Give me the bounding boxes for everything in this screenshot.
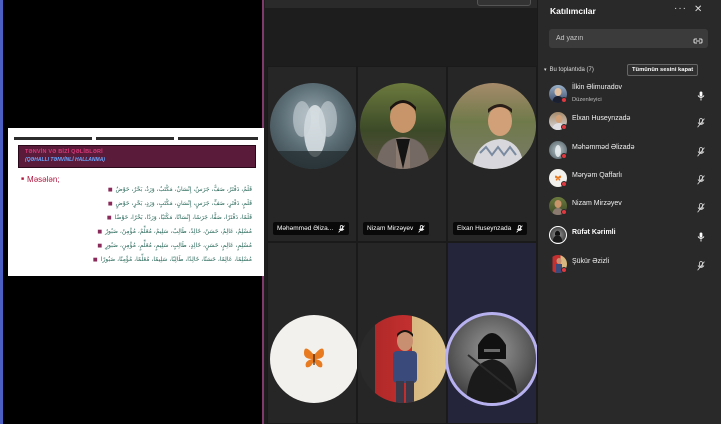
- slide-arabic-line: مُسْلِمٌ، عَالِمٌ، حَسَنٌ، خَالِدٌ، طَال…: [97, 228, 252, 235]
- more-options-icon[interactable]: ···: [674, 3, 687, 14]
- slide-title-box: TƏNVİN VƏ BİZİ QƏLİBLƏRİ (QƏHALLI TƏNVİN…: [18, 145, 256, 168]
- participants-panel: Katılımcılar ··· ✕ ▾ Bu toplantıda (7) T…: [537, 0, 721, 424]
- status-dot: [561, 153, 567, 159]
- participant-name: Nizam Mirzəyev: [572, 200, 622, 207]
- mic-on-icon[interactable]: [697, 88, 705, 106]
- mic-off-icon[interactable]: [697, 258, 705, 276]
- slide-example-label: Məsələn;: [21, 175, 59, 184]
- participant-name: Şükür Əzizli: [572, 258, 610, 265]
- participant-row[interactable]: Elxan Huseynzadə: [549, 110, 709, 132]
- share-invite-icon[interactable]: [693, 33, 703, 51]
- slide-arabic-line: قَلَمٍ، دَفْتَرٍ، صَفٍّ، جَرَسٍ، إِنْسَا…: [108, 200, 252, 207]
- mic-off-icon[interactable]: [697, 172, 705, 190]
- participant-row[interactable]: İlkin Əlimuradov Düzenleyici: [549, 83, 709, 105]
- participant-name: Məryəm Qaffarlı: [572, 172, 623, 179]
- participant-name: Rüfət Kərimli: [572, 229, 616, 236]
- presentation-slide: TƏNVİN VƏ BİZİ QƏLİBLƏRİ (QƏHALLI TƏNVİN…: [8, 128, 264, 276]
- avatar-man-outdoor-photo: [450, 83, 536, 169]
- close-icon[interactable]: ✕: [694, 4, 702, 15]
- video-name-tag: Məhəmməd Əliza...: [273, 222, 350, 235]
- video-tile[interactable]: Nizam Mirzəyev: [357, 66, 447, 242]
- video-tile[interactable]: [267, 242, 358, 424]
- avatar: [549, 226, 567, 244]
- participant-name: Elxan Huseynzadə: [572, 115, 631, 122]
- participant-role: Düzenleyici: [572, 97, 602, 103]
- tile-name: Məhəmməd Əliza...: [277, 225, 334, 232]
- tile-name: Elxan Huseynzada: [457, 225, 512, 232]
- status-dot: [561, 97, 567, 103]
- search-input[interactable]: [549, 29, 689, 48]
- participant-row[interactable]: Şükür Əzizli: [549, 253, 709, 275]
- participant-row[interactable]: Nizam Mirzəyev: [549, 195, 709, 217]
- grid-top-strip: [265, 0, 537, 8]
- video-tile[interactable]: Elxan Huseynzada: [447, 66, 537, 242]
- participant-name: İlkin Əlimuradov: [572, 84, 623, 91]
- avatar-man-red-door-photo: [359, 315, 447, 403]
- mic-off-icon[interactable]: [697, 115, 705, 133]
- slide-arabic-line: قَلَمٌ، دَفْتَرٌ، صَفٌّ، جَرَسٌ، إِنْسَا…: [108, 186, 252, 193]
- participant-row[interactable]: Rüfət Kərimli: [549, 224, 709, 246]
- mic-off-icon: [338, 224, 345, 233]
- mic-off-icon: [516, 224, 523, 233]
- mic-on-icon[interactable]: [697, 229, 705, 247]
- video-name-tag: Elxan Huseynzada: [453, 222, 528, 235]
- participant-name: Məhəmməd Əlizadə: [572, 144, 635, 151]
- slide-title: TƏNVİN VƏ BİZİ QƏLİBLƏRİ: [25, 149, 103, 155]
- avatar-warrior-photo: [445, 312, 539, 406]
- participant-search: [549, 29, 708, 48]
- section-label: Bu toplantıda (7): [549, 67, 594, 73]
- slide-arabic-line: مُسْلِمًا، عَالِمًا، حَسَنًا، خَالِدًا، …: [93, 256, 252, 263]
- slide-top-bar: [8, 128, 264, 141]
- status-dot: [561, 181, 567, 187]
- chevron-down-icon: ▾: [544, 67, 547, 73]
- teams-meeting-window: TƏNVİN VƏ BİZİ QƏLİBLƏRİ (QƏHALLI TƏNVİN…: [0, 0, 721, 424]
- mic-off-icon[interactable]: [697, 200, 705, 218]
- video-tile[interactable]: Məhəmməd Əliza...: [267, 66, 357, 242]
- video-tile-active-speaker[interactable]: [445, 242, 539, 424]
- status-dot: [561, 124, 567, 130]
- mic-off-icon: [418, 224, 425, 233]
- slide-arabic-line: قَلَمًا، دَفْتَرًا، صَفًّا، جَرَسًا، إِن…: [107, 214, 252, 221]
- video-tile[interactable]: [357, 242, 447, 424]
- participant-row[interactable]: Məryəm Qaffarlı: [549, 167, 709, 189]
- slide-subtitle: (QƏHALLI TƏNVİNLİ HALLANMA): [25, 157, 105, 163]
- avatar-angel-photo: [270, 83, 356, 169]
- mute-all-button[interactable]: Tümünün sesini kapat: [627, 64, 699, 76]
- panel-title: Katılımcılar: [550, 6, 596, 16]
- mic-off-icon[interactable]: [697, 144, 705, 162]
- video-name-tag: Nizam Mirzəyev: [363, 222, 430, 235]
- status-dot: [561, 267, 567, 273]
- top-strip-button[interactable]: [477, 0, 531, 6]
- participant-row[interactable]: Məhəmməd Əlizadə: [549, 139, 709, 161]
- video-grid: Məhəmməd Əliza... Nizam Mirzəyev Elxan H…: [265, 0, 539, 424]
- status-dot: [561, 209, 567, 215]
- avatar-man-photo: [360, 83, 446, 169]
- shared-screen[interactable]: TƏNVİN VƏ BİZİ QƏLİBLƏRİ (QƏHALLI TƏNVİN…: [0, 0, 264, 424]
- butterfly-icon: [270, 315, 358, 403]
- section-header[interactable]: ▾ Bu toplantıda (7): [544, 67, 594, 73]
- slide-arabic-line: مُسْلِمٍ، عَالِمٍ، حَسَنٍ، خَالِدٍ، طَال…: [97, 242, 252, 249]
- tile-name: Nizam Mirzəyev: [367, 225, 414, 232]
